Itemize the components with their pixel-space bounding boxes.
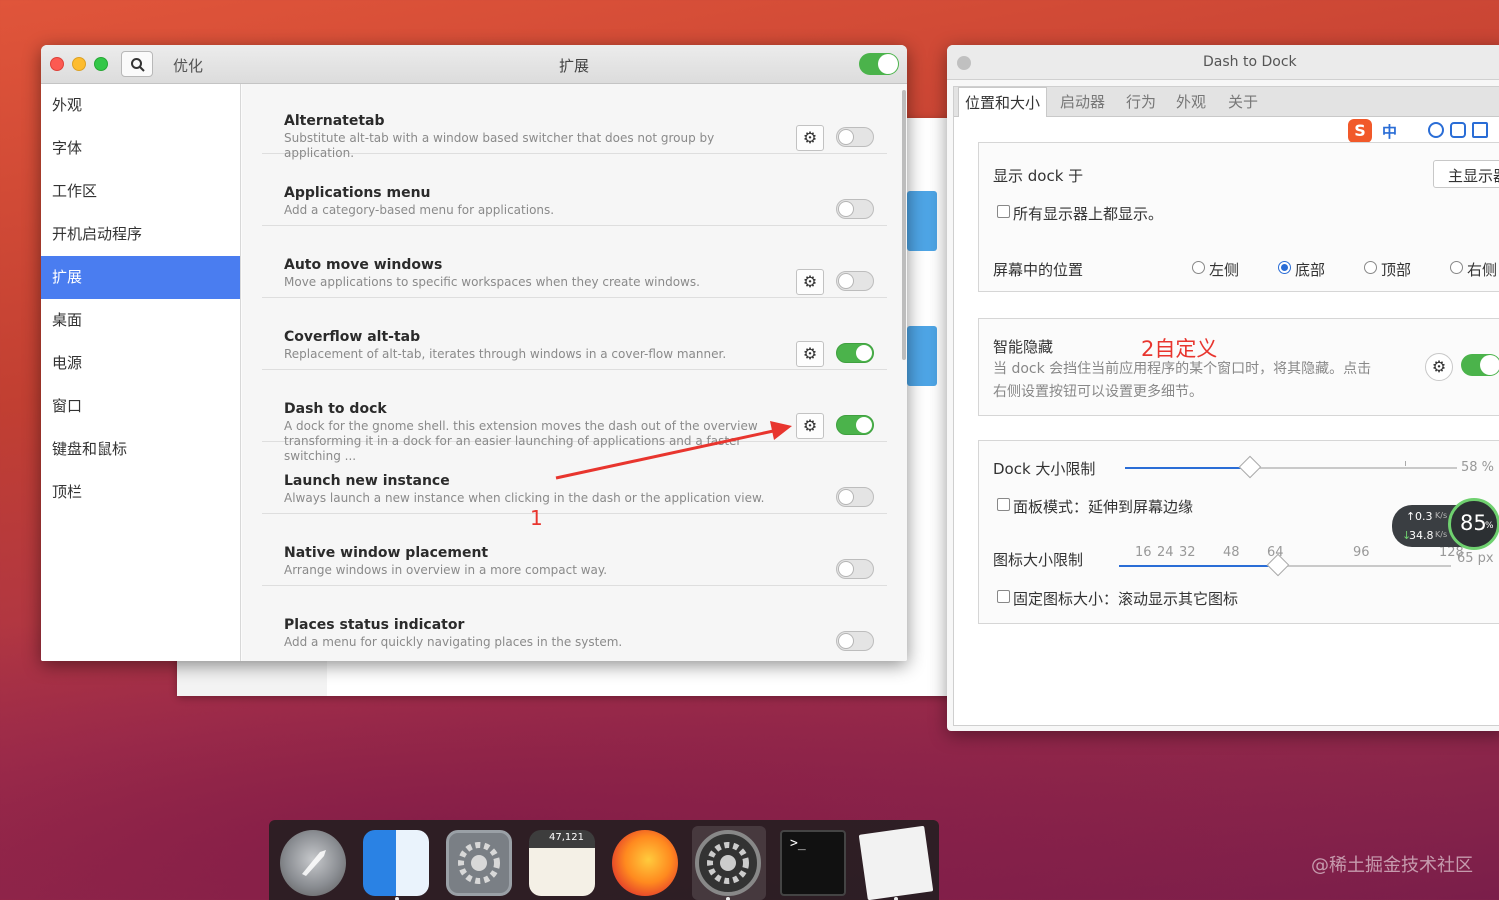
tab-about[interactable]: 关于 xyxy=(1228,87,1258,117)
tab-appearance[interactable]: 外观 xyxy=(1176,87,1206,117)
dock-size-label: Dock 大小限制 xyxy=(993,460,1096,478)
download-unit: K/s xyxy=(1435,530,1448,539)
system-preferences-gear-icon[interactable] xyxy=(446,830,512,896)
upload-speed: 0.3 xyxy=(1415,510,1433,523)
dock-size-slider-fill xyxy=(1125,467,1249,469)
fixed-icon-size-label: 固定图标大小：滚动显示其它图标 xyxy=(1013,590,1239,608)
memory-usage-percent: 85 xyxy=(1460,511,1487,535)
position-right-label: 右侧 xyxy=(1467,261,1498,279)
position-left-radio[interactable] xyxy=(1192,261,1205,274)
mic-icon xyxy=(1450,122,1466,138)
panel-mode-checkbox[interactable] xyxy=(997,498,1010,511)
dock: 47,121 >_ xyxy=(269,820,939,900)
text-editor-icon[interactable] xyxy=(858,825,934,900)
monitor-select-value: 主显示器 xyxy=(1448,167,1499,185)
screen-position-label: 屏幕中的位置 xyxy=(993,261,1084,279)
tab-bar: 位置和大小 启动器 行为 外观 关于 xyxy=(954,87,1499,117)
all-monitors-label: 所有显示器上都显示。 xyxy=(1013,205,1164,223)
emoji-icon xyxy=(1428,122,1444,138)
terminal-prompt-icon: >_ xyxy=(790,836,806,851)
settings-gear-icon[interactable] xyxy=(695,830,761,896)
upload-unit: K/s xyxy=(1435,511,1448,520)
intellihide-settings-button[interactable]: ⚙ xyxy=(1425,353,1453,381)
intellihide-description-2: 右侧设置按钮可以设置更多细节。 xyxy=(993,384,1203,400)
finder-icon[interactable] xyxy=(363,830,429,896)
calculator-icon[interactable]: 47,121 xyxy=(529,830,595,896)
show-dock-on-label: 显示 dock 于 xyxy=(993,167,1084,185)
tab-launchers[interactable]: 启动器 xyxy=(1060,87,1105,117)
icon-size-tick: 96 xyxy=(1353,545,1370,560)
annotation-1: 1 xyxy=(530,506,543,530)
icon-size-slider-fill xyxy=(1119,565,1277,567)
upload-arrow-icon: ↑ xyxy=(1406,510,1416,523)
window-title: Dash to Dock xyxy=(1203,54,1297,70)
fixed-icon-size-checkbox[interactable] xyxy=(997,590,1010,603)
intellihide-panel: 智能隐藏 2自定义 当 dock 会挡住当前应用程序的某个窗口时，将其隐藏。点击… xyxy=(978,318,1499,416)
icon-size-label: 图标大小限制 xyxy=(993,551,1084,569)
panel-mode-label: 面板模式：延伸到屏幕边缘 xyxy=(1013,498,1194,516)
download-speed: 34.8 xyxy=(1409,529,1434,542)
tab-position-size[interactable]: 位置和大小 xyxy=(958,87,1048,117)
switch-knob xyxy=(1480,355,1499,375)
settings-notebook: 位置和大小 启动器 行为 外观 关于 S 中 显示 dock 于 主显示器 所有… xyxy=(953,86,1499,726)
sogou-logo-icon: S xyxy=(1348,119,1372,143)
keyboard-icon xyxy=(1472,122,1488,138)
icon-size-tick: 48 xyxy=(1223,545,1240,560)
gear-icon: ⚙ xyxy=(1431,357,1447,376)
watermark: @稀土掘金技术社区 xyxy=(1311,855,1473,876)
dock-size-slider-thumb[interactable] xyxy=(1238,455,1262,479)
display-position-panel: 显示 dock 于 主显示器 所有显示器上都显示。 屏幕中的位置 左侧 底部 顶… xyxy=(978,142,1499,292)
firefox-icon[interactable] xyxy=(612,830,678,896)
terminal-icon[interactable]: >_ xyxy=(780,830,846,896)
position-left-label: 左侧 xyxy=(1209,261,1240,279)
all-monitors-checkbox[interactable] xyxy=(997,205,1010,218)
icon-size-tick: 32 xyxy=(1179,545,1196,560)
icon-size-value: 65 px xyxy=(1457,551,1494,566)
close-button[interactable] xyxy=(957,56,971,70)
intellihide-switch[interactable] xyxy=(1461,354,1499,376)
memory-usage-ring: 85 % xyxy=(1448,498,1499,550)
icon-size-tick: 16 xyxy=(1135,545,1152,560)
position-bottom-radio[interactable] xyxy=(1278,261,1291,274)
titlebar: Dash to Dock xyxy=(947,45,1499,80)
position-bottom-label: 底部 xyxy=(1295,261,1326,279)
position-top-radio[interactable] xyxy=(1364,261,1377,274)
intellihide-description: 当 dock 会挡住当前应用程序的某个窗口时，将其隐藏。点击 xyxy=(993,361,1372,377)
dock-size-value: 58 % xyxy=(1461,460,1495,475)
network-monitor-widget[interactable]: ↑ 0.3 K/s ↓ 34.8 K/s 85 % xyxy=(1392,498,1499,550)
tab-behavior[interactable]: 行为 xyxy=(1126,87,1156,117)
launchpad-rocket-icon[interactable] xyxy=(280,830,346,896)
position-top-label: 顶部 xyxy=(1381,261,1412,279)
dash-to-dock-window: Dash to Dock 位置和大小 启动器 行为 外观 关于 S 中 显示 d… xyxy=(947,45,1499,731)
ime-toolbar[interactable]: S 中 xyxy=(1348,119,1499,143)
monitor-select[interactable]: 主显示器 xyxy=(1433,160,1499,188)
slider-tick xyxy=(1405,461,1406,466)
position-right-radio[interactable] xyxy=(1450,261,1463,274)
ime-language-indicator: 中 xyxy=(1382,123,1398,141)
icon-size-tick: 24 xyxy=(1157,545,1174,560)
percent-sign: % xyxy=(1485,521,1494,531)
calculator-display: 47,121 xyxy=(549,832,584,843)
intellihide-label: 智能隐藏 xyxy=(993,338,1054,356)
